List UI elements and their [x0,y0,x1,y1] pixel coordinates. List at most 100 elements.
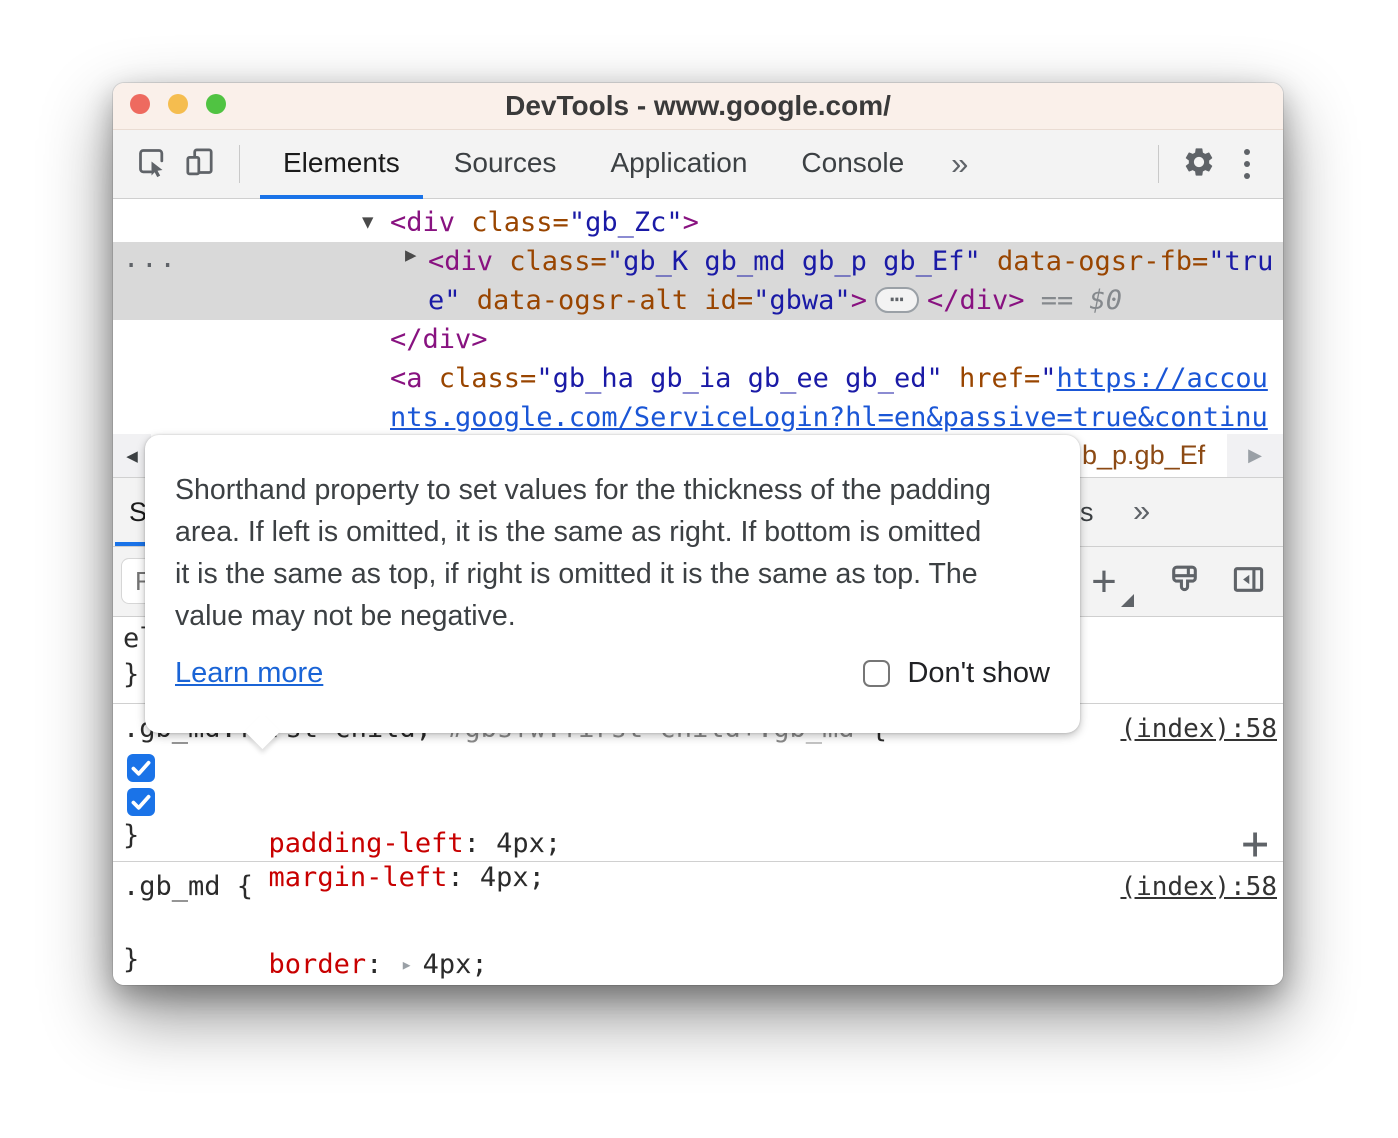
gear-icon [1182,145,1216,184]
code-token: "gb_K gb_md gb_p gb_Ef" [607,246,997,277]
device-toolbar-icon [183,145,216,183]
dont-show-label: Don't show [907,657,1050,690]
stylesheet-source-link[interactable]: (index):58 [1120,710,1277,748]
code-token: class= [509,246,607,277]
tab-console[interactable]: Console [774,130,931,199]
window-controls [130,94,226,114]
css-property-row[interactable]: margin-left: 4px; [113,783,1283,821]
dont-show-checkbox[interactable] [863,660,890,687]
code-token: <div [390,207,471,238]
learn-more-link[interactable]: Learn more [175,657,323,690]
code-token: e" [428,285,477,316]
tab-sources[interactable]: Sources [427,130,584,199]
tooltip-text: value may not be negative. [175,595,1050,637]
toolbar-separator [239,145,240,183]
tree-row[interactable]: ▼<div class="gb_Zc"> [362,203,699,242]
plus-icon: + [1091,560,1117,604]
toggle-device-toolbar-button[interactable] [175,140,223,188]
customize-devtools-button[interactable] [1223,149,1271,179]
code-token: "gb_Zc" [569,207,683,238]
code-token: </div> [927,285,1025,316]
breadcrumb-item[interactable]: b_p.gb_Ef [1082,434,1205,477]
rule-close-brace: } [123,817,139,855]
brush-icon [1166,561,1203,603]
property-value: 4px; [480,862,545,893]
code-token: data-ogsr-alt [477,285,705,316]
css-property-row[interactable]: padding-left: 4px; [113,749,1283,787]
code-token: "tru [1208,246,1273,277]
property-separator: : [464,828,497,859]
breadcrumb-scroll-right-button[interactable]: ▶ [1227,434,1283,477]
element-style-close: } [123,656,139,694]
code-token: class= [471,207,569,238]
property-doc-tooltip: Shorthand property to set values for the… [145,435,1080,733]
css-rule-selector[interactable]: .gb_md { [123,868,253,906]
property-name: padding-left [269,828,464,859]
code-token: > [851,285,867,316]
code-token: <a [390,363,439,394]
href-link[interactable]: nts.google.com/ServiceLogin?hl=en&passiv… [390,402,1268,433]
toggle-sidebar-button[interactable] [1223,557,1273,607]
section-divider [113,861,1283,862]
dollar-zero-ref: $0 [1090,285,1123,316]
toggle-rendering-button[interactable] [1159,557,1209,607]
collapse-arrow-icon[interactable]: ▶ [405,244,416,266]
property-value: 4px; [423,949,488,980]
code-token: id= [704,285,753,316]
minimize-window-button[interactable] [168,94,188,114]
tree-row[interactable]: </div> [390,320,488,359]
stylesheet-source-link[interactable]: (index):58 [1120,868,1277,906]
tree-row[interactable]: nts.google.com/ServiceLogin?hl=en&passiv… [390,398,1268,434]
hidden-children-ellipsis-button[interactable]: ⋯ [875,287,919,313]
tooltip-text: it is the same as top, if right is omitt… [175,553,1050,595]
tab-application[interactable]: Application [583,130,774,199]
property-checkbox[interactable] [127,788,155,816]
tab-elements[interactable]: Elements [256,130,427,199]
title-bar: DevTools - www.google.com/ [113,83,1283,130]
toolbar-separator [1158,145,1159,183]
css-property-row[interactable]: border: ▸4px; [113,907,1283,945]
zoom-window-button[interactable] [206,94,226,114]
rule-close-brace: } [123,941,139,979]
new-style-rule-button[interactable]: + [1079,557,1129,607]
code-token: <div [428,246,509,277]
property-name: margin-left [269,862,448,893]
code-token: data-ogsr-fb= [997,246,1208,277]
inspect-cursor-icon [135,145,168,183]
panel-toggle-icon [1230,561,1267,603]
insert-style-rule-button[interactable]: + [1241,823,1269,863]
elements-tree: ▼<div class="gb_Zc"> ... ▶ <div class="g… [113,199,1283,434]
kebab-menu-icon [1244,149,1250,179]
gutter-ellipsis[interactable]: ... [123,242,178,281]
property-separator: : [447,862,480,893]
code-token: == [1025,285,1090,316]
close-window-button[interactable] [130,94,150,114]
selected-tree-row[interactable]: ... ▶ <div class="gb_K gb_md gb_p gb_Ef"… [113,242,1283,320]
property-checkbox[interactable] [127,754,155,782]
expand-arrow-icon[interactable]: ▼ [362,203,390,242]
code-token: "gbwa" [753,285,851,316]
property-value: 4px; [496,828,561,859]
devtools-toolbar: Elements Sources Application Console » [113,130,1283,199]
inspect-element-button[interactable] [127,140,175,188]
code-token: " [1040,363,1056,394]
more-tabs-button[interactable]: » [931,146,988,182]
code-token: "gb_ha gb_ia gb_ee gb_ed" [536,363,959,394]
code-token: </div> [390,324,488,355]
property-name: border [269,949,367,980]
settings-button[interactable] [1175,140,1223,188]
code-token: href= [959,363,1040,394]
more-sidebar-tabs-button[interactable]: » [1133,478,1150,546]
devtools-window: DevTools - www.google.com/ Elements Sour… [113,83,1283,985]
window-title: DevTools - www.google.com/ [505,90,891,122]
tooltip-text: area. If left is omitted, it is the same… [175,511,1050,553]
href-link[interactable]: https://accou [1057,363,1268,394]
tooltip-text: Shorthand property to set values for the… [175,469,1050,511]
code-token: > [683,207,699,238]
chevron-left-icon: ◀ [126,447,138,465]
tree-row[interactable]: <a class="gb_ha gb_ia gb_ee gb_ed" href=… [390,359,1268,398]
expand-shorthand-icon[interactable]: ▸ [401,952,413,976]
code-token: class= [439,363,537,394]
sidebar-tab-fragment[interactable]: s [1080,478,1094,546]
property-separator: : [366,949,399,980]
